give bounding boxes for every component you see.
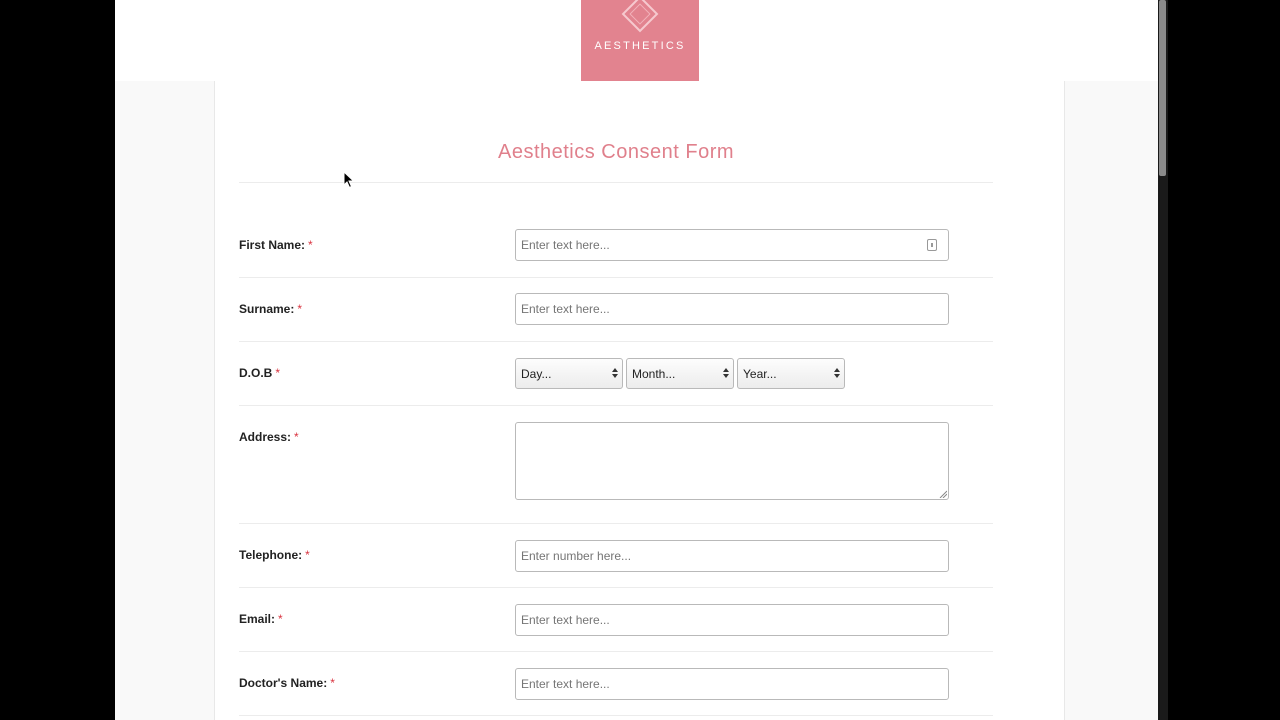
email-label: Email: * [239,612,283,626]
doctor-name-input[interactable] [515,668,949,700]
surname-input[interactable] [515,293,949,325]
telephone-row: Telephone: * [239,524,993,588]
select-arrows-icon [723,368,729,378]
dob-month-value: Month... [632,367,676,381]
address-row: Address: * [239,406,993,524]
dob-day-select[interactable]: Day... [515,358,623,389]
form-card: Aesthetics Consent Form First Name:* Sur… [214,81,1065,720]
scrollbar[interactable] [1158,0,1168,720]
first-name-row: First Name: * [239,214,993,278]
required-marker: * [297,302,303,316]
required-marker: * [305,548,310,562]
first-name-input[interactable] [515,229,949,261]
surname-label: Surname: * [239,302,303,316]
brand-logo[interactable]: AESTHETICS [581,0,699,81]
address-label: Address: * [239,430,299,444]
address-textarea[interactable] [515,422,949,500]
form-title: Aesthetics Consent Form [497,141,735,163]
dob-row: D.O.B * Day... Month... Year... [239,342,993,406]
scrollbar-thumb[interactable] [1159,0,1166,176]
required-marker: * [294,430,299,444]
required-marker: * [275,366,281,380]
first-name-label: First Name: * [239,238,313,252]
surname-row: Surname: * [239,278,993,342]
resize-grip-icon[interactable] [939,490,947,498]
email-row: Email: * [239,588,993,652]
dob-year-select[interactable]: Year... [737,358,845,389]
dob-label: D.O.B * [239,366,281,380]
doctor-name-row: Doctor's Name: * [239,652,993,716]
dob-year-value: Year... [743,367,777,381]
logo-text: AESTHETICS [594,40,686,52]
required-marker: * [330,676,335,690]
required-marker: * [278,612,283,626]
mouse-pointer-icon [343,171,355,189]
telephone-input[interactable] [515,540,949,572]
email-input[interactable] [515,604,949,636]
telephone-label: Telephone: * [239,548,310,562]
dob-month-select[interactable]: Month... [626,358,734,389]
diamond-logo-icon [621,0,659,33]
doctor-name-label: Doctor's Name: * [239,676,335,690]
required-marker: * [308,238,313,252]
browser-viewport: AESTHETICS Aesthetics Consent Form First… [115,0,1158,720]
select-arrows-icon [612,368,618,378]
dob-day-value: Day... [521,367,552,381]
autofill-contact-icon[interactable] [927,239,937,251]
select-arrows-icon [834,368,840,378]
page-header: AESTHETICS [115,0,1158,81]
